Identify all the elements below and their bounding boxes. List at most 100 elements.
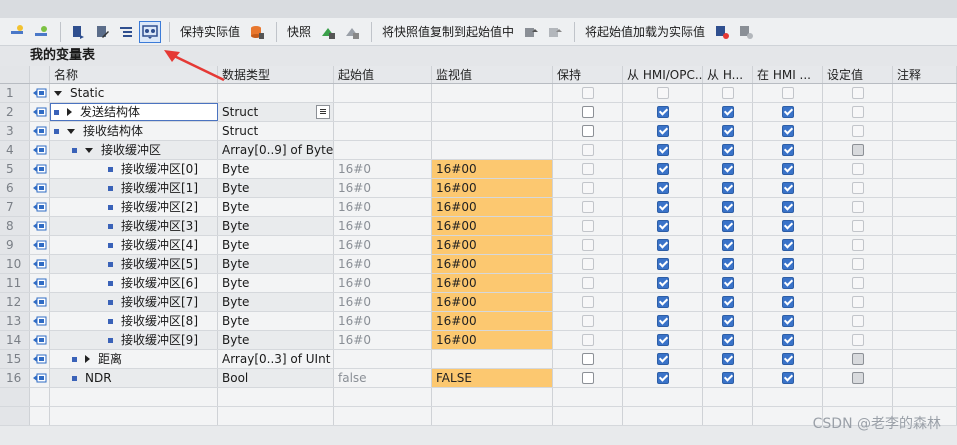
start-value-cell[interactable]: 16#0 [334, 179, 432, 197]
setpoint-checkbox[interactable] [852, 201, 864, 213]
start-value-cell[interactable]: 16#0 [334, 236, 432, 254]
table-row[interactable]: 4 接收缓冲区 Array[0..9] of Byte [0, 141, 957, 160]
comment-cell[interactable] [893, 331, 957, 349]
from-h-checkbox[interactable] [722, 106, 734, 118]
from-h-checkbox[interactable] [722, 296, 734, 308]
snapshot-icon[interactable] [317, 21, 339, 43]
start-value-cell[interactable]: 16#0 [334, 160, 432, 178]
setpoint-checkbox[interactable] [852, 372, 864, 384]
comment-cell[interactable] [893, 217, 957, 235]
from-hmi-opc-checkbox[interactable] [657, 334, 669, 346]
comment-cell[interactable] [893, 84, 957, 102]
header-monitor[interactable]: 监视值 [432, 66, 553, 83]
retain-checkbox[interactable] [582, 106, 594, 118]
from-hmi-opc-checkbox[interactable] [657, 239, 669, 251]
from-h-checkbox[interactable] [722, 144, 734, 156]
comment-cell[interactable] [893, 198, 957, 216]
start-value-cell[interactable]: 16#0 [334, 331, 432, 349]
in-hmi-checkbox[interactable] [782, 315, 794, 327]
in-hmi-checkbox[interactable] [782, 220, 794, 232]
insert-row-icon[interactable] [6, 21, 28, 43]
table-row[interactable]: 3 接收结构体 Struct [0, 122, 957, 141]
copy-to-start-disabled-icon[interactable] [544, 21, 566, 43]
collapse-triangle-icon[interactable] [54, 90, 62, 96]
collapse-triangle-icon[interactable] [67, 128, 75, 134]
name-cell[interactable]: 接收缓冲区[8] [50, 312, 218, 330]
data-type-cell[interactable]: Byte [218, 274, 334, 292]
from-hmi-opc-checkbox[interactable] [657, 163, 669, 175]
comment-cell[interactable] [893, 274, 957, 292]
header-start[interactable]: 起始值 [334, 66, 432, 83]
reset-start-icon[interactable] [67, 21, 89, 43]
comment-cell[interactable] [893, 179, 957, 197]
setpoint-checkbox[interactable] [852, 106, 864, 118]
name-cell[interactable]: 接收结构体 [50, 122, 218, 140]
table-row[interactable]: 7 接收缓冲区[2] Byte 16#0 16#00 [0, 198, 957, 217]
from-h-checkbox[interactable] [722, 239, 734, 251]
in-hmi-checkbox[interactable] [782, 239, 794, 251]
retain-checkbox[interactable] [582, 220, 594, 232]
retain-checkbox[interactable] [582, 87, 594, 99]
table-row[interactable]: 11 接收缓冲区[6] Byte 16#0 16#00 [0, 274, 957, 293]
type-picker-button[interactable] [316, 105, 330, 119]
in-hmi-checkbox[interactable] [782, 87, 794, 99]
comment-cell[interactable] [893, 255, 957, 273]
from-h-checkbox[interactable] [722, 353, 734, 365]
table-row[interactable]: 13 接收缓冲区[8] Byte 16#0 16#00 [0, 312, 957, 331]
from-hmi-opc-checkbox[interactable] [657, 201, 669, 213]
setpoint-checkbox[interactable] [852, 125, 864, 137]
data-type-cell[interactable]: Byte [218, 160, 334, 178]
comment-cell[interactable] [893, 103, 957, 121]
start-value-cell[interactable]: 16#0 [334, 312, 432, 330]
from-h-checkbox[interactable] [722, 182, 734, 194]
table-row[interactable]: 15 距离 Array[0..3] of UInt [0, 350, 957, 369]
header-setpoint[interactable]: 设定值 [823, 66, 893, 83]
name-cell[interactable]: 接收缓冲区 [50, 141, 218, 159]
monitor-all-icon[interactable] [139, 20, 161, 43]
setpoint-checkbox[interactable] [852, 315, 864, 327]
name-cell[interactable]: 接收缓冲区[0] [50, 160, 218, 178]
comment-cell[interactable] [893, 350, 957, 368]
setpoint-checkbox[interactable] [852, 144, 864, 156]
setpoint-checkbox[interactable] [852, 163, 864, 175]
expand-all-icon[interactable] [115, 21, 137, 43]
data-type-cell[interactable]: Byte [218, 217, 334, 235]
name-cell[interactable]: 距离 [50, 350, 218, 368]
from-hmi-opc-checkbox[interactable] [657, 258, 669, 270]
retain-checkbox[interactable] [582, 182, 594, 194]
from-h-checkbox[interactable] [722, 163, 734, 175]
retain-checkbox[interactable] [582, 334, 594, 346]
name-cell[interactable]: 接收缓冲区[1] [50, 179, 218, 197]
header-retain[interactable]: 保持 [553, 66, 623, 83]
data-type-cell[interactable] [218, 84, 334, 102]
retain-checkbox[interactable] [582, 372, 594, 384]
header-from-h[interactable]: 从 H... [703, 66, 753, 83]
from-hmi-opc-checkbox[interactable] [657, 87, 669, 99]
setpoint-checkbox[interactable] [852, 239, 864, 251]
from-h-checkbox[interactable] [722, 258, 734, 270]
load-start-icon[interactable] [711, 21, 733, 43]
data-type-cell[interactable]: Bool [218, 369, 334, 387]
data-type-cell[interactable]: Byte [218, 198, 334, 216]
collapse-triangle-icon[interactable] [85, 147, 93, 153]
header-type[interactable]: 数据类型 [218, 66, 334, 83]
start-value-cell[interactable] [334, 103, 432, 121]
from-hmi-opc-checkbox[interactable] [657, 277, 669, 289]
from-h-checkbox[interactable] [722, 87, 734, 99]
comment-cell[interactable] [893, 293, 957, 311]
load-start-disabled-icon[interactable] [735, 21, 757, 43]
table-row[interactable]: 12 接收缓冲区[7] Byte 16#0 16#00 [0, 293, 957, 312]
setpoint-checkbox[interactable] [852, 182, 864, 194]
in-hmi-checkbox[interactable] [782, 296, 794, 308]
table-row[interactable]: 9 接收缓冲区[4] Byte 16#0 16#00 [0, 236, 957, 255]
header-in-hmi[interactable]: 在 HMI ... [753, 66, 823, 83]
in-hmi-checkbox[interactable] [782, 182, 794, 194]
from-hmi-opc-checkbox[interactable] [657, 125, 669, 137]
retain-checkbox[interactable] [582, 239, 594, 251]
table-row[interactable]: 10 接收缓冲区[5] Byte 16#0 16#00 [0, 255, 957, 274]
table-row[interactable]: 1 Static [0, 84, 957, 103]
name-cell[interactable]: 接收缓冲区[5] [50, 255, 218, 273]
from-h-checkbox[interactable] [722, 277, 734, 289]
retain-checkbox[interactable] [582, 201, 594, 213]
data-type-cell[interactable]: Byte [218, 312, 334, 330]
